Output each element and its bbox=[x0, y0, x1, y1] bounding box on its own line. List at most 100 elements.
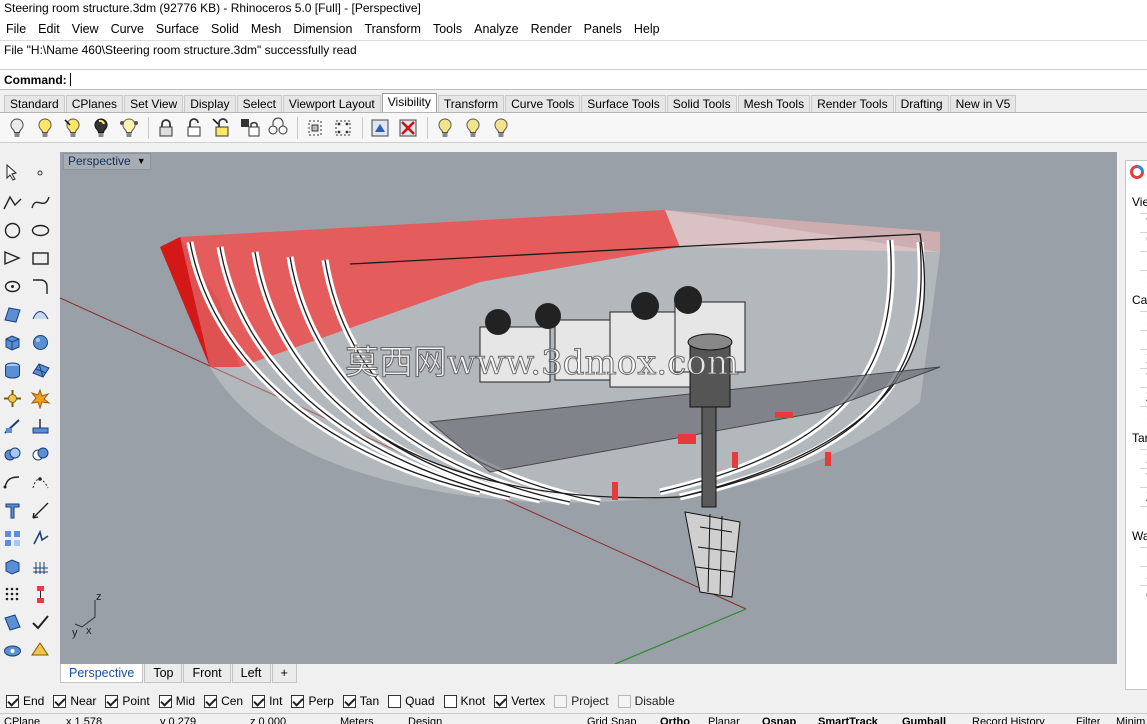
tab-cplanes[interactable]: CPlanes bbox=[65, 95, 124, 112]
filter-toggle[interactable]: Filter bbox=[1076, 715, 1100, 724]
checkbox[interactable] bbox=[158, 694, 172, 708]
boolean-button[interactable] bbox=[0, 442, 24, 466]
tab-viewport-layout[interactable]: Viewport Layout bbox=[282, 95, 381, 112]
checkbox[interactable] bbox=[554, 694, 568, 708]
tab-curve-tools[interactable]: Curve Tools bbox=[505, 95, 581, 112]
circle-button[interactable] bbox=[0, 218, 24, 242]
osnap-point[interactable]: Point bbox=[105, 694, 150, 708]
array-button[interactable] bbox=[0, 526, 24, 550]
osnap-cen[interactable]: Cen bbox=[204, 694, 243, 708]
tab-new-in-v5[interactable]: New in V5 bbox=[949, 95, 1017, 112]
project-button[interactable] bbox=[0, 414, 24, 438]
material-button[interactable] bbox=[28, 638, 52, 662]
checkbox[interactable] bbox=[617, 694, 631, 708]
boolean-difference-button[interactable] bbox=[28, 442, 52, 466]
checkbox[interactable] bbox=[443, 694, 457, 708]
loft-button[interactable] bbox=[28, 302, 52, 326]
box-button[interactable] bbox=[0, 330, 24, 354]
osnap-toggle[interactable]: Osnap bbox=[762, 715, 796, 724]
ortho-toggle[interactable]: Ortho bbox=[660, 715, 690, 724]
cylinder-button[interactable] bbox=[0, 358, 24, 382]
osnap-near[interactable]: Near bbox=[53, 694, 96, 708]
osnap-end[interactable]: End bbox=[6, 694, 44, 708]
tab-surface-tools[interactable]: Surface Tools bbox=[581, 95, 666, 112]
viewport-tab-top[interactable]: Top bbox=[144, 664, 183, 683]
tab-render-tools[interactable]: Render Tools bbox=[811, 95, 894, 112]
dimension-button[interactable] bbox=[28, 498, 52, 522]
block-button[interactable] bbox=[0, 554, 24, 578]
fillet-curve-button[interactable] bbox=[28, 274, 52, 298]
checkbox[interactable] bbox=[6, 694, 19, 708]
tab-select[interactable]: Select bbox=[236, 95, 282, 112]
menu-curve[interactable]: Curve bbox=[105, 19, 150, 39]
text-button[interactable] bbox=[0, 498, 24, 522]
menu-edit[interactable]: Edit bbox=[32, 19, 66, 39]
tab-solid-tools[interactable]: Solid Tools bbox=[666, 95, 737, 112]
prop-row[interactable]: Z bbox=[1140, 487, 1147, 505]
viewport-title[interactable]: Perspective ▼ bbox=[63, 153, 151, 170]
record-history-toggle[interactable]: Record History bbox=[972, 715, 1045, 724]
sphere-button[interactable] bbox=[28, 330, 52, 354]
menu-render[interactable]: Render bbox=[525, 19, 578, 39]
prop-row[interactable]: X bbox=[1140, 349, 1147, 367]
ellipse-button[interactable] bbox=[28, 218, 52, 242]
osnap-int[interactable]: Int bbox=[252, 694, 282, 708]
osnap-vertex[interactable]: Vertex bbox=[494, 694, 545, 708]
mesh-button[interactable] bbox=[28, 358, 52, 382]
viewport-tab-perspective[interactable]: Perspective bbox=[60, 664, 144, 683]
viewport-tab-left[interactable]: Left bbox=[231, 664, 271, 683]
osnap-disable[interactable]: Disable bbox=[617, 694, 675, 708]
curve-button[interactable] bbox=[28, 190, 52, 214]
menu-solid[interactable]: Solid bbox=[205, 19, 245, 39]
show-in-view-button[interactable] bbox=[460, 115, 485, 140]
polygon-button[interactable] bbox=[0, 274, 24, 298]
perspective-viewport[interactable]: z y x 莫西网www.3dmox.com bbox=[60, 152, 1117, 664]
hide-swap-button[interactable] bbox=[88, 115, 113, 140]
transform-button[interactable] bbox=[0, 386, 24, 410]
lock-points-button[interactable] bbox=[265, 115, 290, 140]
show-objects-button[interactable] bbox=[32, 115, 57, 140]
prop-row[interactable]: P bbox=[1140, 270, 1147, 288]
tab-visibility[interactable]: Visibility bbox=[381, 93, 437, 112]
menu-view[interactable]: View bbox=[66, 19, 105, 39]
prop-row[interactable]: G bbox=[1140, 585, 1147, 603]
prop-row[interactable]: Y bbox=[1140, 468, 1147, 486]
prop-row[interactable]: W bbox=[1140, 232, 1147, 250]
color-wheel-icon[interactable] bbox=[1130, 165, 1144, 179]
checkbox[interactable] bbox=[204, 694, 218, 708]
menu-transform[interactable]: Transform bbox=[358, 19, 427, 39]
render-button[interactable] bbox=[0, 610, 24, 634]
unlock-selected-button[interactable] bbox=[209, 115, 234, 140]
show-selected-button[interactable] bbox=[60, 115, 85, 140]
surface-corner-button[interactable] bbox=[0, 302, 24, 326]
menu-analyze[interactable]: Analyze bbox=[468, 19, 524, 39]
tab-drafting[interactable]: Drafting bbox=[894, 95, 949, 112]
planar-toggle[interactable]: Planar bbox=[708, 715, 740, 724]
rectangle-button[interactable] bbox=[28, 246, 52, 270]
points-grid-button[interactable] bbox=[0, 582, 24, 606]
tab-standard[interactable]: Standard bbox=[4, 95, 65, 112]
status-layer[interactable]: Design bbox=[408, 715, 442, 724]
edit-points-button[interactable] bbox=[28, 470, 52, 494]
menu-panels[interactable]: Panels bbox=[578, 19, 628, 39]
prop-row[interactable]: F bbox=[1140, 547, 1147, 565]
checkbox[interactable] bbox=[291, 694, 305, 708]
gumball-toggle[interactable]: Gumball bbox=[902, 715, 946, 724]
prop-row[interactable]: L bbox=[1140, 406, 1147, 424]
prop-row[interactable]: Z bbox=[1140, 387, 1147, 405]
tab-set-view[interactable]: Set View bbox=[124, 95, 184, 112]
checkbox[interactable] bbox=[252, 694, 266, 708]
status-cplane[interactable]: CPlane bbox=[4, 715, 40, 724]
menu-mesh[interactable]: Mesh bbox=[245, 19, 288, 39]
hide-objects-button[interactable] bbox=[4, 115, 29, 140]
show-control-points-button[interactable] bbox=[302, 115, 327, 140]
points-off-button[interactable] bbox=[330, 115, 355, 140]
checkbox[interactable] bbox=[342, 694, 356, 708]
prop-row[interactable]: R bbox=[1140, 330, 1147, 348]
prop-row[interactable]: L bbox=[1140, 311, 1147, 329]
prop-row[interactable]: T bbox=[1140, 213, 1147, 231]
prop-row[interactable]: H bbox=[1140, 251, 1147, 269]
osnap-mid[interactable]: Mid bbox=[158, 694, 195, 708]
prop-row[interactable]: X bbox=[1140, 449, 1147, 467]
rebuild-button[interactable] bbox=[0, 470, 24, 494]
